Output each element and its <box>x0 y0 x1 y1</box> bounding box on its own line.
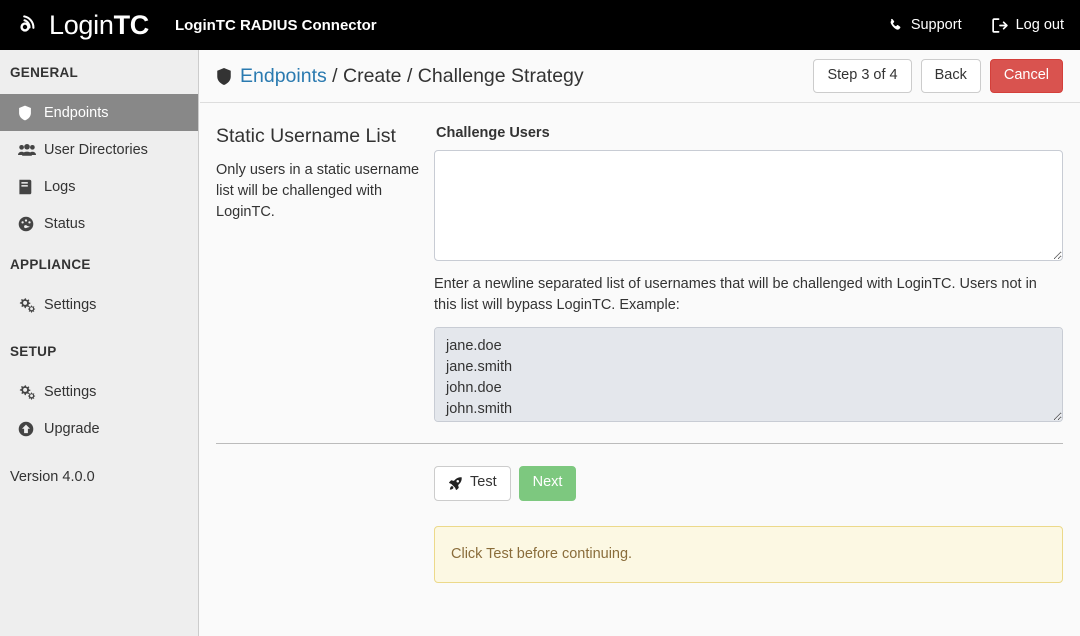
cogs-icon <box>18 297 40 313</box>
sidebar-item-endpoints[interactable]: Endpoints <box>0 94 198 131</box>
breadcrumb-create: Create <box>343 64 402 87</box>
form-area: Static Username List Only users in a sta… <box>200 103 1080 423</box>
users-icon <box>18 143 40 157</box>
sidebar-item-appliance-settings[interactable]: Settings <box>0 286 198 323</box>
sign-out-icon <box>991 17 1008 33</box>
logout-link[interactable]: Log out <box>991 17 1064 33</box>
main-content: Endpoints / Create / Challenge Strategy … <box>200 50 1080 636</box>
sidebar-version: Version 4.0.0 <box>10 469 95 485</box>
sidebar-item-status[interactable]: Status <box>0 205 198 242</box>
sidebar-item-label: Endpoints <box>44 104 109 121</box>
shield-icon <box>18 105 40 121</box>
shield-icon <box>216 67 232 86</box>
sidebar-item-logs[interactable]: Logs <box>0 168 198 205</box>
cogs-icon <box>18 384 40 400</box>
back-button[interactable]: Back <box>920 58 981 94</box>
next-button[interactable]: Next <box>518 466 577 501</box>
brand-text-bold: TC <box>113 9 150 40</box>
sidebar-heading-setup: SETUP <box>10 343 57 359</box>
top-navbar: LoginTC LoginTC RADIUS Connector Support… <box>0 0 1080 50</box>
sidebar-item-setup-settings[interactable]: Settings <box>0 373 198 410</box>
page-header: Endpoints / Create / Challenge Strategy … <box>200 50 1080 103</box>
example-usernames-box <box>434 327 1063 423</box>
brand-text: LoginTC <box>49 9 150 40</box>
action-button-row: Test Next <box>418 444 1080 501</box>
challenge-users-input[interactable] <box>434 150 1063 261</box>
step-indicator-button[interactable]: Step 3 of 4 <box>813 58 912 94</box>
breadcrumb-current: Challenge Strategy <box>417 64 584 87</box>
warning-alert: Click Test before continuing. <box>434 525 1063 583</box>
arrow-circle-up-icon <box>18 421 40 437</box>
sidebar: GENERAL Endpoints User Directories Logs … <box>0 50 199 636</box>
book-icon <box>18 179 40 195</box>
breadcrumb-sep: / <box>401 64 418 87</box>
sidebar-heading-appliance: APPLIANCE <box>10 256 91 272</box>
sidebar-item-label: User Directories <box>44 141 148 158</box>
test-button[interactable]: Test <box>434 466 511 501</box>
support-link[interactable]: Support <box>888 17 962 33</box>
sidebar-item-label: Settings <box>44 383 97 400</box>
test-button-label: Test <box>470 474 497 491</box>
header-button-group: Step 3 of 4 Back Cancel <box>813 58 1063 94</box>
page-title: Static Username List <box>216 125 396 147</box>
navbar-links: Support Log out <box>858 17 1064 33</box>
sidebar-item-label: Status <box>44 215 86 232</box>
warning-alert-message: Click Test before continuing. <box>451 545 633 562</box>
tachometer-icon <box>18 216 40 232</box>
sidebar-item-upgrade[interactable]: Upgrade <box>0 410 198 447</box>
form-description-column: Static Username List Only users in a sta… <box>216 125 434 422</box>
brand-text-light: Login <box>49 9 114 40</box>
breadcrumb-endpoints-link[interactable]: Endpoints <box>240 65 327 87</box>
sidebar-item-label: Upgrade <box>44 420 100 437</box>
challenge-users-label: Challenge Users <box>436 125 550 141</box>
signal-circle-icon <box>14 10 44 40</box>
navbar-title: LoginTC RADIUS Connector <box>174 16 377 34</box>
section-description: Only users in a static username list wil… <box>216 162 420 221</box>
phone-icon <box>888 18 903 33</box>
brand-logo[interactable]: LoginTC <box>14 10 149 40</box>
rocket-icon <box>448 476 463 491</box>
sidebar-item-label: Logs <box>44 178 76 195</box>
sidebar-heading-general: GENERAL <box>10 64 79 80</box>
challenge-users-help-text: Enter a newline separated list of userna… <box>434 276 1037 314</box>
sidebar-item-label: Settings <box>44 296 97 313</box>
breadcrumb-sep: / <box>326 64 343 87</box>
logout-label: Log out <box>1015 17 1064 33</box>
form-fields-column: Challenge Users Enter a newline separate… <box>434 125 1063 423</box>
support-label: Support <box>910 17 962 33</box>
breadcrumb: Endpoints / Create / Challenge Strategy <box>240 65 584 88</box>
sidebar-item-user-directories[interactable]: User Directories <box>0 131 198 168</box>
cancel-button[interactable]: Cancel <box>989 58 1063 94</box>
